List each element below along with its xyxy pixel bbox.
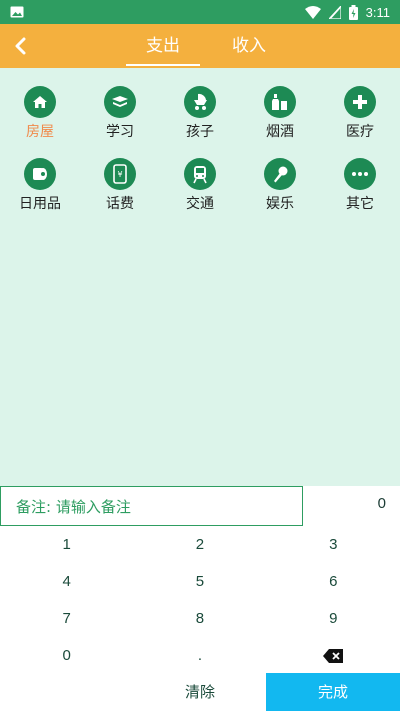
medical-cross-icon (344, 86, 376, 118)
note-input[interactable]: 备注: 请输入备注 (0, 486, 303, 526)
clear-label: 清除 (184, 683, 215, 701)
done-button[interactable]: 完成 (266, 673, 400, 711)
category-area: 房屋 学习 孩子 烟酒 医疗 日用品 ¥ 话费 交通 娱乐 其它 (0, 68, 400, 486)
battery-icon (348, 4, 358, 20)
category-label: 话费 (106, 196, 134, 212)
key-6[interactable]: 6 (267, 563, 400, 600)
category-house[interactable]: 房屋 (0, 86, 80, 142)
bottle-icon (264, 86, 296, 118)
category-label: 烟酒 (266, 124, 294, 140)
note-placeholder: 备注: 请输入备注 (16, 497, 131, 516)
tab-income[interactable]: 收入 (210, 24, 288, 68)
category-phone-bill[interactable]: ¥ 话费 (80, 158, 160, 214)
category-label: 医疗 (346, 124, 374, 140)
category-label: 娱乐 (266, 196, 294, 212)
category-label: 房屋 (26, 124, 54, 140)
category-label: 其它 (346, 196, 374, 212)
house-icon (24, 86, 56, 118)
category-label: 交通 (186, 196, 214, 212)
category-tobacco-alcohol[interactable]: 烟酒 (240, 86, 320, 142)
book-icon (104, 86, 136, 118)
category-medical[interactable]: 医疗 (320, 86, 400, 142)
key-1[interactable]: 1 (0, 526, 133, 563)
key-0[interactable]: 0 (0, 637, 133, 674)
category-label: 学习 (106, 124, 134, 140)
key-4[interactable]: 4 (0, 563, 133, 600)
chevron-left-icon[interactable] (8, 32, 36, 60)
action-row: 清除 完成 (0, 673, 400, 711)
category-child[interactable]: 孩子 (160, 86, 240, 142)
amount-display: 0 (377, 495, 386, 512)
microphone-icon (264, 158, 296, 190)
key-7[interactable]: 7 (0, 600, 133, 637)
key-8[interactable]: 8 (133, 600, 266, 637)
category-grid: 房屋 学习 孩子 烟酒 医疗 日用品 ¥ 话费 交通 娱乐 其它 (0, 86, 400, 214)
category-label: 日用品 (19, 196, 61, 212)
category-study[interactable]: 学习 (80, 86, 160, 142)
category-other[interactable]: 其它 (320, 158, 400, 214)
category-daily-goods[interactable]: 日用品 (0, 158, 80, 214)
stroller-icon (184, 86, 216, 118)
tab-expense[interactable]: 支出 (124, 24, 202, 68)
svg-text:¥: ¥ (117, 170, 122, 179)
clear-button[interactable]: 清除 (0, 673, 266, 711)
number-keys: 1 2 3 4 5 6 7 8 9 0 . (0, 526, 400, 674)
key-dot[interactable]: . (133, 637, 266, 674)
key-5[interactable]: 5 (133, 563, 266, 600)
header: 支出 收入 (0, 24, 400, 68)
category-entertainment[interactable]: 娱乐 (240, 158, 320, 214)
signal-icon (328, 5, 341, 19)
train-icon (184, 158, 216, 190)
phone-icon: ¥ (104, 158, 136, 190)
backspace-key[interactable] (267, 637, 400, 674)
status-time: 3:11 (365, 4, 390, 20)
category-label: 孩子 (186, 124, 214, 140)
key-9[interactable]: 9 (267, 600, 400, 637)
image-icon (10, 6, 24, 18)
toilet-paper-icon (24, 158, 56, 190)
status-bar: 3:11 (0, 0, 400, 24)
keypad: 备注: 请输入备注 0 1 2 3 4 5 6 7 8 9 0 . 清除 完成 (0, 486, 400, 711)
key-2[interactable]: 2 (133, 526, 266, 563)
wifi-icon (304, 5, 321, 19)
backspace-icon (323, 649, 344, 664)
category-transport[interactable]: 交通 (160, 158, 240, 214)
key-3[interactable]: 3 (267, 526, 400, 563)
more-icon (344, 158, 376, 190)
type-tabs: 支出 收入 (124, 24, 288, 68)
